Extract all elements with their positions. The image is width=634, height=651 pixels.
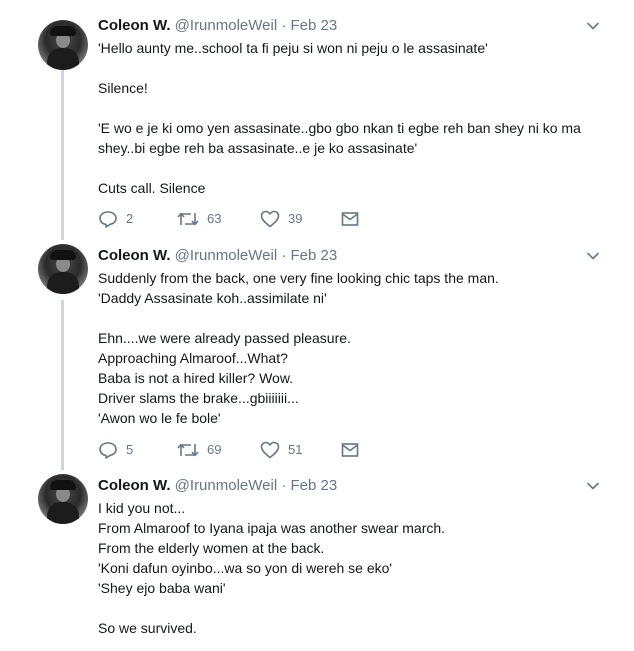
envelope-icon [341,212,359,226]
tweet-line: Baba is not a hired killer? Wow. [98,370,294,386]
reply-count: 5 [126,442,134,457]
author-name[interactable]: Coleon W. [98,477,171,494]
avatar-figure [47,48,79,70]
reply-count: 2 [126,211,134,226]
tweet-header: Coleon W. @IrunmoleWeil · Feb 23 [98,246,337,266]
retweet-count: 63 [207,211,222,226]
tweet-line: Suddenly from the back, one very fine lo… [98,270,499,286]
tweet-line: 'Shey ejo baba wani' [98,580,226,596]
retweet-icon [177,443,199,457]
tweet-line: Driver slams the brake...gbiiiiiii... [98,390,299,406]
direct-message-button[interactable] [341,439,359,461]
reply-icon [99,211,117,228]
tweet-line [98,158,618,178]
author-handle[interactable]: @IrunmoleWeil [175,17,277,34]
avatar[interactable] [38,244,88,294]
like-button[interactable]: 39 [260,208,302,230]
like-count: 39 [288,211,303,226]
chevron-down-icon[interactable] [586,479,600,493]
tweet-line: Cuts call. Silence [98,180,206,196]
tweet-text: I kid you not... From Almaroof to Iyana … [98,498,618,638]
author-handle[interactable]: @IrunmoleWeil [175,247,277,264]
retweet-icon [177,212,199,226]
tweet-line: 'Awon wo le fe bole' [98,410,221,426]
author-name[interactable]: Coleon W. [98,247,171,264]
like-button[interactable]: 51 [260,439,302,461]
tweet[interactable]: Coleon W. @IrunmoleWeil · Feb 23 I kid y… [0,470,634,651]
avatar[interactable] [38,20,88,70]
tweet-header: Coleon W. @IrunmoleWeil · Feb 23 [98,16,337,36]
tweet-line: 'Hello aunty me..school ta fi peju si wo… [98,40,488,56]
tweet-line: So we survived. [98,620,197,636]
separator-dot: · [281,477,287,494]
direct-message-button[interactable] [341,208,359,230]
tweet-date[interactable]: Feb 23 [291,17,338,34]
reply-button[interactable]: 5 [98,439,133,461]
author-handle[interactable]: @IrunmoleWeil [175,477,277,494]
like-count: 51 [288,442,303,457]
envelope-icon [341,443,359,457]
reply-button[interactable]: 2 [98,208,133,230]
chevron-down-icon[interactable] [586,19,600,33]
avatar-hat [50,250,76,260]
author-name[interactable]: Coleon W. [98,17,171,34]
avatar-hat [50,480,76,490]
tweet-actions: 5 69 51 [98,439,518,461]
tweet-line: From Almaroof to Iyana ipaja was another… [98,520,446,536]
separator-dot: · [281,247,287,264]
retweet-count: 69 [207,442,222,457]
tweet-line [98,598,618,618]
chevron-down-icon[interactable] [586,249,600,263]
retweet-button[interactable]: 63 [177,208,221,230]
tweet-line: Approaching Almaroof...What? [98,350,288,366]
tweet-date[interactable]: Feb 23 [291,477,338,494]
tweet-text: Suddenly from the back, one very fine lo… [98,268,618,428]
avatar[interactable] [38,474,88,524]
retweet-button[interactable]: 69 [177,439,221,461]
tweet-line: shey..bi egbe reh ba assasinate..e je ko… [98,140,418,156]
avatar-figure [47,272,79,294]
tweet[interactable]: Coleon W. @IrunmoleWeil · Feb 23 Suddenl… [0,240,634,470]
heart-icon [260,210,280,228]
tweet-line: I kid you not... [98,500,186,516]
tweet-date[interactable]: Feb 23 [291,247,338,264]
tweet-line: 'Koni dafun oyinbo...wa so yon di wereh … [98,560,393,576]
avatar-hat [50,26,76,36]
tweet[interactable]: Coleon W. @IrunmoleWeil · Feb 23 'Hello … [0,0,634,240]
reply-icon [99,442,117,459]
tweet-actions: 2 63 39 [98,208,518,230]
tweet-line: 'Daddy Assasinate koh..assimilate ni' [98,290,327,306]
tweet-line: Silence! [98,80,148,96]
tweet-header: Coleon W. @IrunmoleWeil · Feb 23 [98,476,337,496]
avatar-figure [47,502,79,524]
tweet-line: From the elderly women at the back. [98,540,325,556]
tweet-line [98,308,618,328]
tweet-line [98,98,618,118]
tweet-line: 'E wo e je ki omo yen assasinate..gbo gb… [98,120,581,136]
tweet-line: Ehn....we were already passed pleasure. [98,330,351,346]
tweet-line [98,58,618,78]
separator-dot: · [281,17,287,34]
tweet-text: 'Hello aunty me..school ta fi peju si wo… [98,38,618,198]
heart-icon [260,441,280,459]
